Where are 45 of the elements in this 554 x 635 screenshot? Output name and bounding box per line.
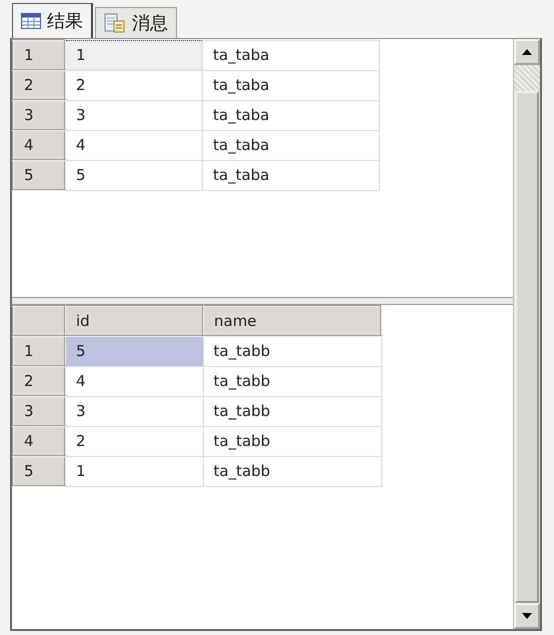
table-cell: 4 xyxy=(65,130,202,160)
table-cell: ta_tabb xyxy=(203,456,381,486)
table-cell: ta_taba xyxy=(202,130,380,160)
table-cell: 1 xyxy=(65,456,203,486)
table-cell: ta_tabb xyxy=(203,336,381,366)
table-cell: ta_tabb xyxy=(203,396,381,426)
pane-splitter[interactable] xyxy=(12,297,513,305)
row-header[interactable]: 4 xyxy=(13,130,65,160)
row-header[interactable]: 3 xyxy=(13,100,65,130)
table-cell: 3 xyxy=(65,396,203,426)
down-arrow-icon xyxy=(522,613,532,619)
table-cell: ta_taba xyxy=(202,70,380,100)
scrollbar[interactable] xyxy=(513,39,540,629)
table-icon xyxy=(21,13,41,29)
scroll-up-button[interactable] xyxy=(514,39,540,65)
corner-header xyxy=(13,306,65,336)
table-cell: ta_taba xyxy=(202,160,380,190)
column-header[interactable]: id xyxy=(65,306,203,336)
table-cell: 2 xyxy=(65,426,203,456)
row-header[interactable]: 5 xyxy=(13,456,65,486)
table-cell: 5 xyxy=(65,336,203,366)
up-arrow-icon xyxy=(522,49,532,55)
table-cell: ta_taba xyxy=(202,100,380,130)
table-cell: 1 xyxy=(65,40,202,70)
table-cell: 2 xyxy=(65,70,202,100)
row-header[interactable]: 3 xyxy=(13,396,65,426)
scroll-down-button[interactable] xyxy=(514,603,540,629)
scrollbar-track[interactable] xyxy=(514,65,540,91)
document-icon xyxy=(104,13,126,33)
tab[interactable]: 结果 xyxy=(12,3,93,38)
row-header[interactable]: 5 xyxy=(13,160,65,190)
table-cell: ta_tabb xyxy=(203,426,381,456)
column-header[interactable]: name xyxy=(203,306,381,336)
table-cell: 4 xyxy=(65,366,203,396)
table-cell: ta_taba xyxy=(202,40,380,70)
row-header[interactable]: 2 xyxy=(13,366,65,396)
table-cell: 5 xyxy=(65,160,202,190)
row-header[interactable]: 4 xyxy=(13,426,65,456)
tab[interactable]: 消息 xyxy=(95,7,177,38)
row-header[interactable]: 1 xyxy=(13,40,65,70)
scrollbar-thumb[interactable] xyxy=(515,91,539,603)
row-header[interactable]: 2 xyxy=(13,70,65,100)
table-cell: ta_tabb xyxy=(203,366,381,396)
table-cell: 3 xyxy=(65,100,202,130)
row-header[interactable]: 1 xyxy=(13,336,65,366)
